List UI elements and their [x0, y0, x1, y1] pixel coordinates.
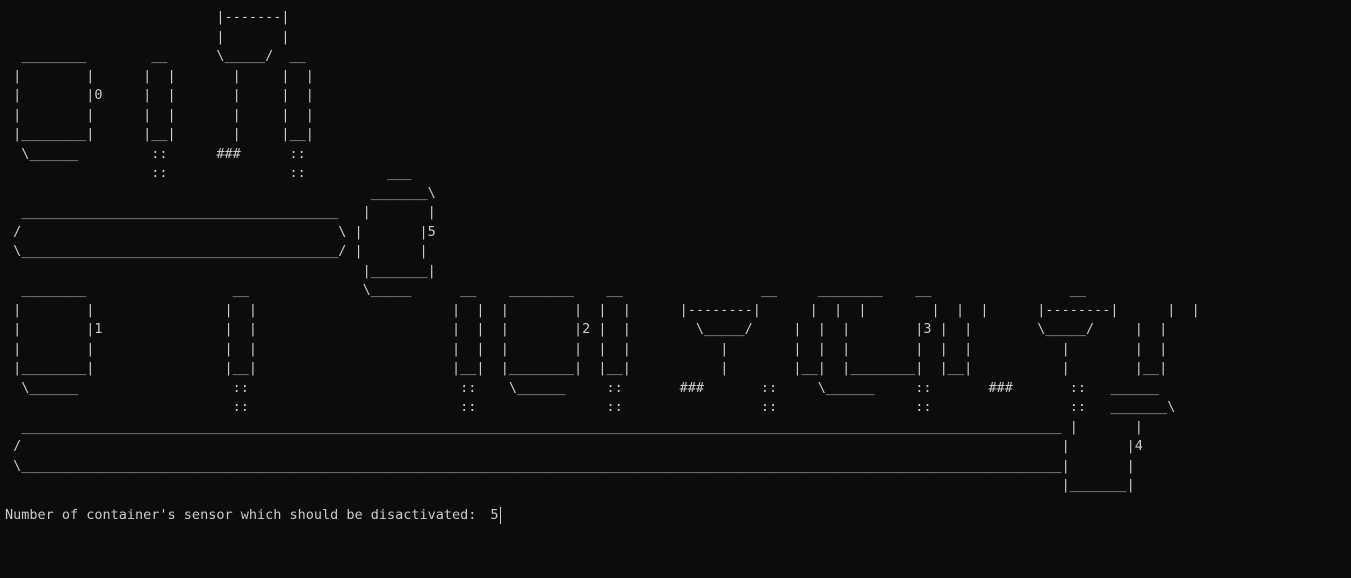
- prompt-line[interactable]: Number of container's sensor which shoul…: [5, 505, 502, 525]
- text-cursor: [499, 506, 502, 524]
- ascii-factory-diagram: |-------| | | ________ __ \_____/ __ | |…: [13, 9, 1200, 493]
- sensor-number-input[interactable]: 5: [490, 505, 498, 525]
- terminal-window[interactable]: |-------| | | ________ __ \_____/ __ | |…: [0, 0, 1351, 578]
- prompt-text: Number of container's sensor which shoul…: [5, 507, 477, 523]
